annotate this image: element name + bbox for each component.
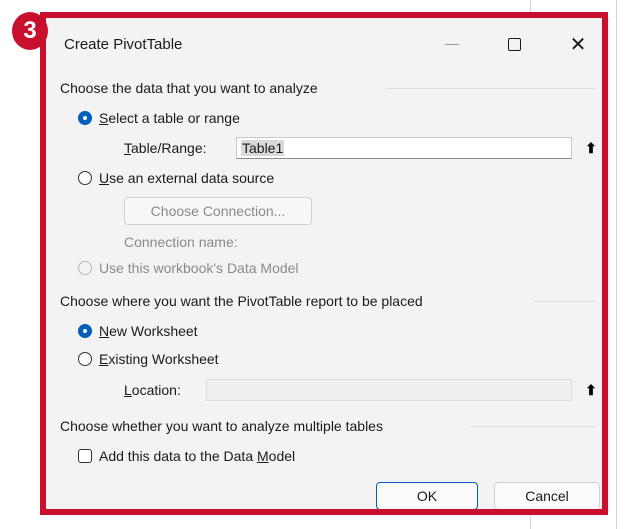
sheet-gridline	[616, 0, 617, 529]
radio-select-table[interactable]: Select a table or range	[78, 110, 240, 126]
minimize-icon	[432, 28, 472, 60]
section-divider	[386, 88, 596, 89]
radio-data-model[interactable]: Use this workbook's Data Model	[78, 260, 299, 276]
radio-button[interactable]	[78, 111, 92, 125]
table-range-label: Table/Range:	[124, 140, 207, 156]
connection-name-label: Connection name:	[124, 234, 238, 250]
table-range-value: Table1	[241, 140, 285, 156]
checkbox[interactable]	[78, 449, 92, 463]
location-label: Location:	[124, 382, 181, 398]
radio-label: Existing Worksheet	[99, 351, 219, 367]
title-bar[interactable]: Create PivotTable ✕	[46, 18, 610, 68]
radio-button[interactable]	[78, 261, 92, 275]
step-badge: 3	[12, 12, 48, 50]
dialog-title: Create PivotTable	[64, 36, 183, 53]
create-pivottable-dialog: Create PivotTable ✕ Choose the data that…	[46, 18, 610, 512]
section-heading-multiple-tables: Choose whether you want to analyze multi…	[60, 418, 383, 434]
radio-new-worksheet[interactable]: New Worksheet	[78, 323, 198, 339]
location-input[interactable]	[206, 379, 572, 401]
radio-label: Select a table or range	[99, 110, 240, 126]
radio-button[interactable]	[78, 324, 92, 338]
radio-button[interactable]	[78, 352, 92, 366]
collapse-dialog-icon[interactable]: ⬆	[579, 379, 603, 401]
section-heading-placement: Choose where you want the PivotTable rep…	[60, 293, 423, 309]
radio-label: Use an external data source	[99, 170, 275, 186]
section-heading-data: Choose the data that you want to analyze	[60, 80, 318, 96]
table-range-input[interactable]: Table1	[236, 137, 572, 159]
section-divider	[471, 426, 596, 427]
radio-label: Use this workbook's Data Model	[99, 260, 299, 276]
radio-existing-worksheet[interactable]: Existing Worksheet	[78, 351, 219, 367]
cancel-button[interactable]: Cancel	[494, 482, 600, 510]
checkbox-add-to-data-model[interactable]: Add this data to the Data Model	[78, 448, 295, 464]
choose-connection-button[interactable]: Choose Connection...	[124, 197, 312, 225]
radio-label: New Worksheet	[99, 323, 198, 339]
checkbox-label: Add this data to the Data Model	[99, 448, 296, 464]
collapse-dialog-icon[interactable]: ⬆	[579, 137, 603, 159]
maximize-icon[interactable]	[494, 28, 534, 60]
ok-button[interactable]: OK	[376, 482, 478, 510]
section-divider	[534, 301, 596, 302]
close-icon[interactable]: ✕	[558, 28, 598, 60]
radio-button[interactable]	[78, 171, 92, 185]
radio-external-source[interactable]: Use an external data source	[78, 170, 274, 186]
